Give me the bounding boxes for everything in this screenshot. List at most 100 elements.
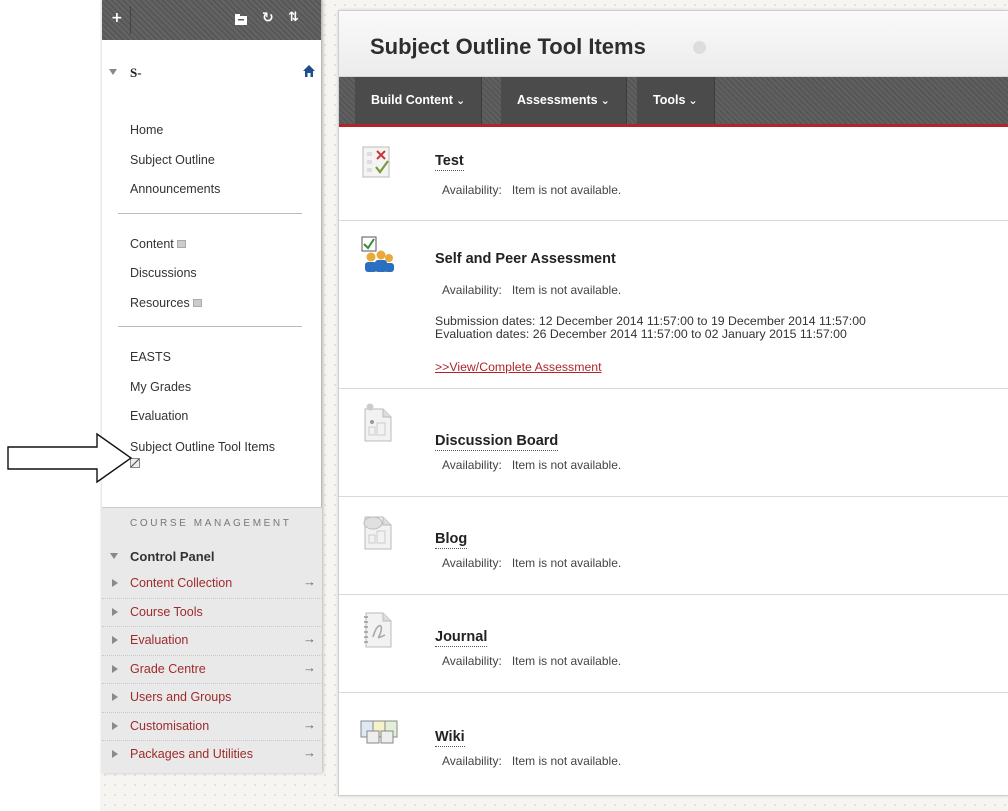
cp-item-content-collection[interactable]: Content Collection → (102, 570, 322, 599)
cp-item-label: Grade Centre (130, 661, 206, 676)
tools-label: Tools (653, 93, 686, 107)
control-panel-header[interactable]: Control Panel (102, 544, 322, 570)
expand-triangle-icon[interactable] (112, 721, 118, 730)
collapse-triangle-icon[interactable] (109, 69, 117, 75)
cp-item-label: Content Collection (130, 576, 233, 590)
content-item-self-peer-assessment: Self and Peer Assessment Availability: It… (339, 221, 1008, 389)
menu-item-subject-outline[interactable]: Subject Outline (130, 146, 321, 176)
cp-item-label: Evaluation (130, 633, 189, 647)
menu-divider (118, 212, 302, 214)
new-content-icon (192, 299, 202, 308)
item-title-link[interactable]: Blog (435, 531, 468, 549)
availability-value: Item is not available. (511, 654, 622, 668)
item-title-link[interactable]: Journal (435, 629, 488, 647)
availability-text: Availability: Item is not available. (442, 556, 621, 570)
cp-item-evaluation[interactable]: Evaluation → (102, 627, 322, 656)
availability-text: Availability: Item is not available. (442, 754, 621, 768)
course-name[interactable]: S- (130, 65, 142, 81)
menu-group-tools: EASTS My Grades Evaluation Subject Outli… (102, 343, 321, 472)
go-arrow-icon[interactable]: → (303, 631, 316, 646)
expand-triangle-icon[interactable] (112, 693, 118, 701)
refresh-icon[interactable]: ↻ (262, 10, 274, 26)
menu-item-content[interactable]: Content (130, 230, 321, 260)
expand-triangle-icon[interactable] (112, 664, 118, 673)
course-menu-toolbar: + ↻ ⇅ (102, 0, 321, 40)
control-panel-label: Control Panel (130, 549, 215, 564)
item-title-link[interactable]: Discussion Board (435, 433, 559, 451)
add-menu-item-button[interactable]: + (111, 10, 123, 26)
go-arrow-icon[interactable]: → (303, 745, 316, 760)
cp-item-grade-centre[interactable]: Grade Centre → (102, 656, 322, 684)
menu-item-announcements[interactable]: Announcements (130, 175, 321, 205)
view-complete-assessment-link[interactable]: >>View/Complete Assessment (435, 360, 602, 374)
content-item-discussion-board: Discussion Board Availability: Item is no… (339, 389, 1008, 497)
menu-item-discussions[interactable]: Discussions (130, 259, 321, 289)
go-arrow-icon[interactable]: → (303, 660, 316, 675)
expand-triangle-icon[interactable] (112, 636, 118, 644)
expand-triangle-icon[interactable] (112, 579, 118, 587)
content-panel: Subject Outline Tool Items Build Content… (338, 10, 1008, 796)
cp-item-course-tools[interactable]: Course Tools (102, 599, 322, 627)
home-icon[interactable] (303, 65, 315, 77)
menu-item-my-grades[interactable]: My Grades (130, 373, 321, 403)
availability-text: Availability: Item is not available. (442, 283, 621, 297)
title-options-chevron-icon[interactable] (693, 41, 706, 54)
menu-item-label: Subject Outline Tool Items (130, 439, 275, 454)
menu-item-evaluation[interactable]: Evaluation (130, 402, 321, 432)
item-title-link[interactable]: Test (435, 153, 464, 171)
chevron-down-icon: ⌄ (600, 94, 610, 107)
menu-item-resources-label: Resources (130, 295, 190, 310)
toolbar-divider (130, 6, 131, 34)
availability-label: Availability: (442, 654, 502, 668)
go-arrow-icon[interactable]: → (303, 717, 316, 732)
menu-item-content-label: Content (130, 236, 174, 251)
cp-item-users-and-groups[interactable]: Users and Groups (102, 684, 322, 713)
cp-item-customisation[interactable]: Customisation → (102, 713, 322, 741)
action-bar: Build Content ⌄ Assessments ⌄ Tools ⌄ (339, 77, 1008, 127)
build-content-label: Build Content (371, 93, 453, 107)
cp-item-label: Packages and Utilities (130, 747, 253, 761)
availability-label: Availability: (442, 283, 502, 297)
cp-item-label: Course Tools (130, 604, 203, 619)
page-title: Subject Outline Tool Items (370, 34, 646, 59)
menu-group-general: Home Subject Outline Announcements (102, 116, 321, 205)
item-title: Self and Peer Assessment (435, 251, 616, 267)
availability-value: Item is not available. (511, 556, 622, 570)
folder-view-icon[interactable] (234, 12, 248, 26)
menu-item-home[interactable]: Home (130, 116, 321, 146)
chevron-down-icon: ⌄ (455, 94, 466, 107)
content-item-journal: Journal Availability: Item is not availab… (339, 595, 1008, 693)
availability-label: Availability: (442, 183, 502, 197)
reorder-icon[interactable]: ⇅ (288, 10, 299, 26)
availability-text: Availability: Item is not available. (442, 654, 621, 668)
menu-item-resources[interactable]: Resources (130, 289, 321, 319)
availability-value: Item is not available. (511, 458, 622, 472)
assessments-button[interactable]: Assessments ⌄ (501, 77, 627, 124)
wiki-icon (360, 720, 398, 744)
self-peer-assessment-icon (361, 236, 394, 272)
menu-item-easts[interactable]: EASTS (130, 343, 321, 373)
availability-value: Item is not available. (511, 183, 622, 197)
go-arrow-icon[interactable]: → (303, 574, 316, 589)
expand-triangle-icon[interactable] (112, 607, 118, 616)
assessments-label: Assessments (517, 93, 598, 107)
cp-item-packages-and-utilities[interactable]: Packages and Utilities → (102, 741, 322, 770)
pointer-arrow-icon (7, 432, 133, 484)
collapse-triangle-icon[interactable] (110, 553, 118, 559)
item-title-link[interactable]: Wiki (435, 729, 465, 747)
availability-label: Availability: (442, 458, 502, 472)
build-content-button[interactable]: Build Content ⌄ (355, 77, 483, 124)
availability-label: Availability: (442, 556, 502, 570)
expand-triangle-icon[interactable] (112, 750, 118, 758)
course-management-panel: Course Management Control Panel Content … (102, 507, 322, 773)
course-management-title: Course Management (130, 518, 292, 529)
tools-button[interactable]: Tools ⌄ (637, 77, 715, 124)
page-title-bar: Subject Outline Tool Items (339, 11, 1008, 77)
chevron-down-icon: ⌄ (688, 94, 698, 107)
menu-item-subject-outline-tool-items[interactable]: Subject Outline Tool Items (130, 432, 321, 472)
blog-icon (363, 516, 392, 550)
evaluation-dates: Evaluation dates: 26 December 2014 11:57… (435, 327, 847, 341)
cp-item-label: Customisation (130, 718, 210, 733)
new-content-icon (176, 240, 186, 249)
control-panel-list: Content Collection → Course Tools Evaluat… (102, 570, 322, 770)
